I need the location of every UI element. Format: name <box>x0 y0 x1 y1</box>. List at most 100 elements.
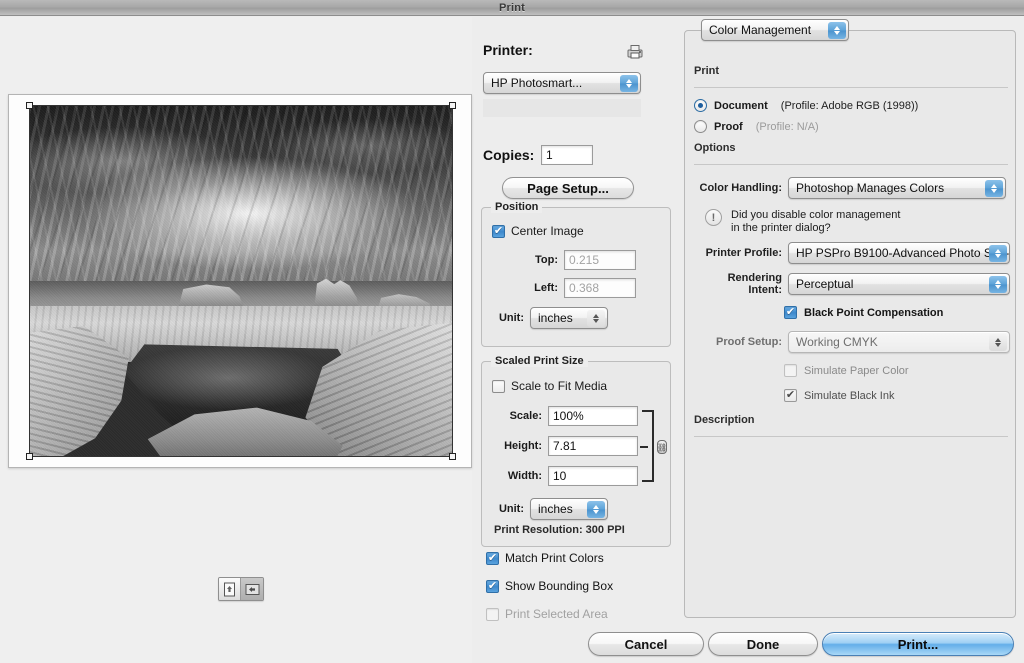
proof-setup-label: Proof Setup: <box>716 336 782 348</box>
height-input[interactable]: 7.81 <box>548 436 638 456</box>
scaled-print-size-group: Scaled Print Size Scale to Fit Media Sca… <box>481 355 671 547</box>
document-radio-row[interactable]: Document (Profile: Adobe RGB (1998)) <box>694 99 918 112</box>
copies-value: 1 <box>546 148 553 162</box>
image-preview[interactable] <box>26 102 456 460</box>
proof-radio-row[interactable]: Proof (Profile: N/A) <box>694 120 819 133</box>
position-unit-select[interactable]: inches <box>530 307 608 329</box>
printer-profile-value: HP PSPro B9100-Advanced Photo Soft-... <box>796 246 1010 260</box>
scale-to-fit-checkbox[interactable] <box>492 379 505 393</box>
link-chain-icon[interactable]: ⛓ <box>657 440 667 454</box>
height-row: Height: 7.81 <box>488 436 638 456</box>
scaled-unit-value: inches <box>538 502 573 516</box>
width-row: Width: 10 <box>488 466 638 486</box>
done-button[interactable]: Done <box>708 632 818 656</box>
scale-row: Scale: 100% <box>488 406 638 426</box>
title-bar: Print <box>0 0 1024 16</box>
black-point-compensation-checkbox[interactable] <box>784 306 797 319</box>
color-management-panel: Color Management Print Document (Profile… <box>684 19 1016 618</box>
chevron-updown-icon <box>828 22 846 39</box>
printer-select-value: HP Photosmart... <box>491 76 583 90</box>
left-label: Left: <box>534 282 558 294</box>
print-settings-column: Printer: HP Photosmart... Copies: 1 Page… <box>478 17 678 663</box>
print-button[interactable]: Print... <box>822 632 1014 656</box>
position-group: Position Center Image Top: 0.215 Left: 0… <box>481 201 671 347</box>
left-value: 0.368 <box>569 281 600 295</box>
proof-label: Proof <box>714 120 743 133</box>
black-point-compensation-row[interactable]: Black Point Compensation <box>784 306 943 319</box>
color-handling-select[interactable]: Photoshop Manages Colors <box>788 177 1006 199</box>
scaled-print-size-legend: Scaled Print Size <box>491 355 588 367</box>
photo-cloud-streaks <box>29 105 453 292</box>
simulate-paper-color-row: Simulate Paper Color <box>784 364 909 377</box>
panel-section-select[interactable]: Color Management <box>701 19 849 41</box>
printer-profile-select[interactable]: HP PSPro B9100-Advanced Photo Soft-... <box>788 242 1010 264</box>
portrait-orientation-button[interactable] <box>219 578 241 600</box>
width-input[interactable]: 10 <box>548 466 638 486</box>
simulate-paper-color-label: Simulate Paper Color <box>804 364 909 377</box>
simulate-black-ink-checkbox <box>784 389 797 402</box>
print-resolution-text: Print Resolution: 300 PPI <box>494 524 625 536</box>
height-label: Height: <box>504 440 542 452</box>
position-unit-row: Unit: inches <box>492 307 608 329</box>
proof-setup-select[interactable]: Working CMYK <box>788 331 1010 353</box>
document-label: Document <box>714 99 768 112</box>
rendering-intent-select[interactable]: Perceptual <box>788 273 1010 295</box>
panel-section-value: Color Management <box>709 23 812 37</box>
position-unit-label: Unit: <box>498 312 524 324</box>
scale-to-fit-row[interactable]: Scale to Fit Media <box>492 379 607 393</box>
proof-radio[interactable] <box>694 120 707 133</box>
print-section-header: Print <box>694 65 720 77</box>
done-label: Done <box>746 636 780 652</box>
cancel-button[interactable]: Cancel <box>588 632 704 656</box>
scaled-unit-select[interactable]: inches <box>530 498 608 520</box>
document-radio[interactable] <box>694 99 707 112</box>
divider-print <box>694 87 1008 88</box>
height-value: 7.81 <box>553 439 577 453</box>
page-setup-button[interactable]: Page Setup... <box>502 177 634 199</box>
match-print-colors-row[interactable]: Match Print Colors <box>486 551 604 565</box>
scale-input[interactable]: 100% <box>548 406 638 426</box>
divider-description <box>694 436 1008 437</box>
landscape-orientation-button[interactable] <box>241 578 263 600</box>
chevron-updown-icon <box>587 310 605 327</box>
chevron-updown-icon <box>989 245 1007 262</box>
center-image-row[interactable]: Center Image <box>492 224 584 238</box>
print-selected-area-checkbox <box>486 607 499 621</box>
show-bounding-box-row[interactable]: Show Bounding Box <box>486 579 613 593</box>
copies-input[interactable]: 1 <box>541 145 593 165</box>
width-value: 10 <box>553 469 567 483</box>
left-row: Left: 0.368 <box>492 278 636 298</box>
photo-thumbnail <box>29 105 453 457</box>
options-section-header: Options <box>694 142 736 154</box>
proportions-bracket <box>640 410 654 482</box>
position-unit-value: inches <box>538 311 573 325</box>
match-print-colors-checkbox[interactable] <box>486 551 499 565</box>
printer-profile-row: Printer Profile: HP PSPro B9100-Advanced… <box>694 242 1010 264</box>
match-print-colors-label: Match Print Colors <box>505 551 604 565</box>
warning-message: ! Did you disable color management in th… <box>705 209 900 235</box>
simulate-black-ink-row: Simulate Black Ink <box>784 389 894 402</box>
color-handling-label: Color Handling: <box>699 182 783 194</box>
page-setup-label: Page Setup... <box>527 180 609 196</box>
printer-select[interactable]: HP Photosmart... <box>483 72 641 94</box>
color-handling-row: Color Handling: Photoshop Manages Colors <box>694 177 1006 199</box>
top-value: 0.215 <box>569 253 600 267</box>
print-preview-pane <box>0 17 472 663</box>
rendering-intent-row: Rendering Intent: Perceptual <box>694 272 1010 296</box>
simulate-paper-color-checkbox <box>784 364 797 377</box>
landscape-orientation-icon <box>245 583 259 595</box>
chevron-updown-icon <box>989 334 1007 351</box>
printer-label: Printer: <box>483 42 533 58</box>
cancel-label: Cancel <box>624 636 668 652</box>
show-bounding-box-checkbox[interactable] <box>486 579 499 593</box>
printer-profile-label: Printer Profile: <box>705 247 782 259</box>
top-label: Top: <box>534 254 558 266</box>
top-input[interactable]: 0.215 <box>564 250 636 270</box>
chevron-updown-icon <box>985 180 1003 197</box>
center-image-checkbox[interactable] <box>492 224 505 238</box>
copies-label: Copies: <box>483 147 535 163</box>
left-input[interactable]: 0.368 <box>564 278 636 298</box>
print-dialog: Print Printer: HP Photosmart... Copies: … <box>0 0 1024 663</box>
printer-icon[interactable] <box>626 44 644 60</box>
description-header: Description <box>694 414 755 426</box>
